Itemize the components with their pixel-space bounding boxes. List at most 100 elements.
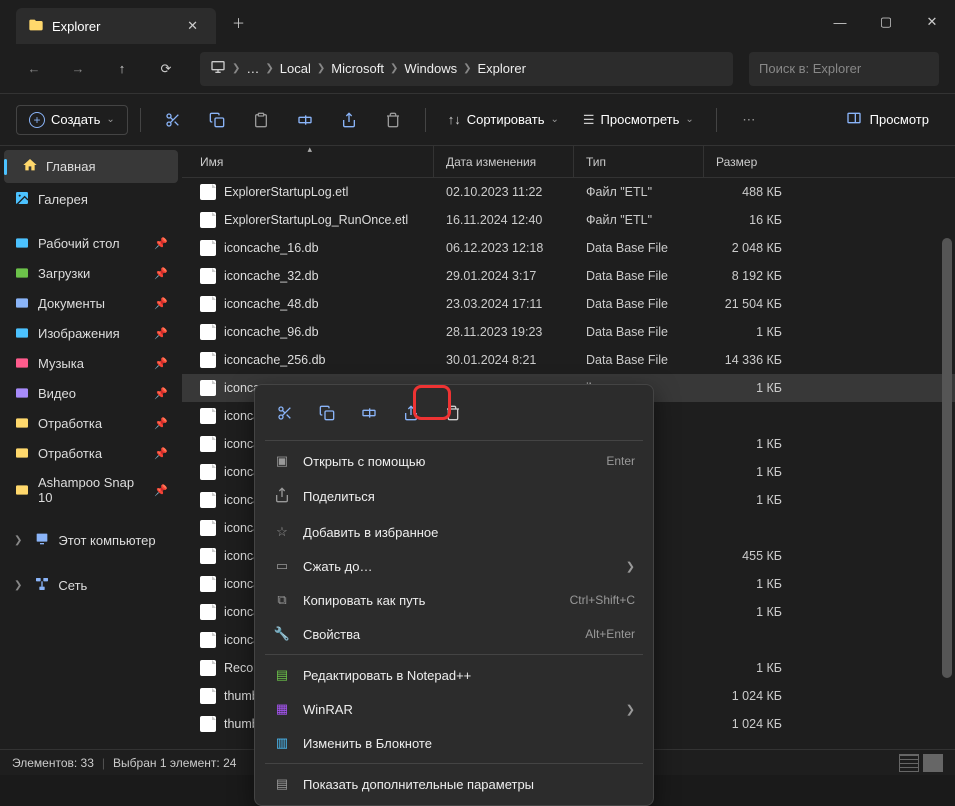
view-button[interactable]: ☰ Просмотреть ⌄ (573, 106, 704, 134)
status-selected: Выбран 1 элемент: 24 (113, 756, 236, 770)
thumbnail-view-button[interactable] (923, 754, 943, 772)
file-row[interactable]: iconcache_256.db 30.01.2024 8:21 Data Ba… (182, 346, 955, 374)
cm-notepad[interactable]: ▥ Изменить в Блокноте (259, 726, 649, 760)
file-size: 14 336 КБ (704, 353, 794, 367)
cm-cut-button[interactable] (267, 395, 303, 431)
breadcrumb-item[interactable]: Microsoft (331, 61, 384, 76)
sidebar-gallery[interactable]: Галерея (4, 183, 178, 216)
sidebar-item[interactable]: Видео 📌 (4, 378, 178, 408)
chevron-down-icon: ⌄ (550, 114, 558, 125)
file-row[interactable]: ExplorerStartupLog_RunOnce.etl 16.11.202… (182, 206, 955, 234)
sidebar-item[interactable]: Изображения 📌 (4, 318, 178, 348)
cm-favorite[interactable]: ☆ Добавить в избранное (259, 515, 649, 549)
scrollbar[interactable] (939, 178, 953, 749)
sidebar-computer[interactable]: ❯ Этот компьютер (4, 524, 178, 557)
column-name[interactable]: ▴ Имя (182, 146, 434, 177)
sidebar-item[interactable]: Музыка 📌 (4, 348, 178, 378)
preview-pane-button[interactable]: Просмотр (836, 104, 939, 135)
breadcrumb-item[interactable]: Local (280, 61, 311, 76)
cm-delete-button[interactable] (435, 395, 471, 431)
sidebar-item[interactable]: Документы 📌 (4, 288, 178, 318)
plus-icon: + (29, 112, 45, 128)
file-row[interactable]: iconcache_96.db 28.11.2023 19:23 Data Ba… (182, 318, 955, 346)
forward-button[interactable]: → (60, 51, 96, 87)
breadcrumb-item[interactable]: Windows (404, 61, 457, 76)
details-view-button[interactable] (899, 754, 919, 772)
copy-button[interactable] (197, 102, 237, 138)
sidebar-label: Музыка (38, 356, 84, 371)
file-size: 21 504 КБ (704, 297, 794, 311)
file-row[interactable]: iconcache_16.db 06.12.2023 12:18 Data Ba… (182, 234, 955, 262)
sidebar-item[interactable]: Отработка 📌 (4, 438, 178, 468)
cm-compress[interactable]: ▭ Сжать до… ❯ (259, 549, 649, 583)
share-button[interactable] (329, 102, 369, 138)
cm-properties[interactable]: 🔧 Свойства Alt+Enter (259, 617, 649, 651)
column-size[interactable]: Размер (704, 146, 794, 177)
titlebar: Explorer ✕ ＋ — ▢ ✕ (0, 0, 955, 44)
cm-rename-button[interactable] (351, 395, 387, 431)
new-tab-button[interactable]: ＋ (224, 5, 253, 40)
minimize-button[interactable]: — (817, 0, 863, 44)
cm-share[interactable]: Поделиться (259, 478, 649, 515)
up-button[interactable]: ↑ (104, 51, 140, 87)
file-row[interactable]: ExplorerStartupLog.etl 02.10.2023 11:22 … (182, 178, 955, 206)
file-row[interactable]: iconcache_32.db 29.01.2024 3:17 Data Bas… (182, 262, 955, 290)
file-size: 16 КБ (704, 213, 794, 227)
search-placeholder: Поиск в: Explorer (759, 61, 861, 76)
create-button[interactable]: + Создать ⌄ (16, 105, 128, 135)
pin-icon: 📌 (154, 297, 168, 310)
scrollbar-thumb[interactable] (942, 238, 952, 678)
cm-copy-path[interactable]: ⧉ Копировать как путь Ctrl+Shift+C (259, 583, 649, 617)
refresh-button[interactable]: ⟳ (148, 51, 184, 87)
sidebar-item[interactable]: Ashampoo Snap 10 📌 (4, 468, 178, 512)
cm-more-options[interactable]: ▤ Показать дополнительные параметры (259, 767, 649, 801)
cut-button[interactable] (153, 102, 193, 138)
sidebar-item[interactable]: Загрузки 📌 (4, 258, 178, 288)
paste-button[interactable] (241, 102, 281, 138)
delete-button[interactable] (373, 102, 413, 138)
sidebar-item[interactable]: Отработка 📌 (4, 408, 178, 438)
file-size: 2 048 КБ (704, 241, 794, 255)
close-button[interactable]: ✕ (909, 0, 955, 44)
file-name: iconcache_16.db (224, 241, 319, 255)
chevron-down-icon: ⌄ (685, 114, 693, 125)
more-button[interactable]: ⋯ (729, 102, 769, 138)
file-row[interactable]: iconcache_48.db 23.03.2024 17:11 Data Ba… (182, 290, 955, 318)
sidebar-home[interactable]: Главная (4, 150, 178, 183)
separator (425, 108, 426, 132)
file-icon (200, 688, 216, 704)
sidebar-item[interactable]: Рабочий стол 📌 (4, 228, 178, 258)
cm-share-button[interactable] (393, 395, 429, 431)
sidebar-network[interactable]: ❯ Сеть (4, 569, 178, 602)
file-name: ExplorerStartupLog_RunOnce.etl (224, 213, 408, 227)
pin-icon: 📌 (154, 327, 168, 340)
maximize-button[interactable]: ▢ (863, 0, 909, 44)
separator (140, 108, 141, 132)
back-button[interactable]: ← (16, 51, 52, 87)
cm-winrar[interactable]: ▦ WinRAR ❯ (259, 692, 649, 726)
search-input[interactable]: Поиск в: Explorer (749, 52, 939, 86)
separator (265, 763, 643, 764)
window-tab[interactable]: Explorer ✕ (16, 8, 216, 44)
sort-button[interactable]: ↑↓ Сортировать ⌄ (438, 106, 569, 133)
sidebar: Главная Галерея Рабочий стол 📌 Загрузки … (0, 146, 182, 749)
breadcrumb-ellipsis[interactable]: … (246, 61, 259, 76)
file-icon (200, 716, 216, 732)
tab-close-button[interactable]: ✕ (181, 16, 204, 36)
file-size: 1 КБ (704, 661, 794, 675)
cm-open-with[interactable]: ▣ Открыть с помощью Enter (259, 444, 649, 478)
pin-icon: 📌 (154, 267, 168, 280)
chevron-right-icon: ❯ (626, 560, 635, 573)
file-icon (200, 576, 216, 592)
folder-icon (14, 482, 30, 498)
file-type: Файл "ETL" (574, 213, 704, 227)
column-type[interactable]: Тип (574, 146, 704, 177)
create-label: Создать (51, 112, 100, 127)
column-date[interactable]: Дата изменения (434, 146, 574, 177)
file-size: 1 КБ (704, 325, 794, 339)
cm-notepadpp[interactable]: ▤ Редактировать в Notepad++ (259, 658, 649, 692)
cm-copy-button[interactable] (309, 395, 345, 431)
rename-button[interactable] (285, 102, 325, 138)
breadcrumb-item[interactable]: Explorer (478, 61, 526, 76)
breadcrumb[interactable]: ❯ … ❯ Local ❯ Microsoft ❯ Windows ❯ Expl… (200, 52, 733, 86)
